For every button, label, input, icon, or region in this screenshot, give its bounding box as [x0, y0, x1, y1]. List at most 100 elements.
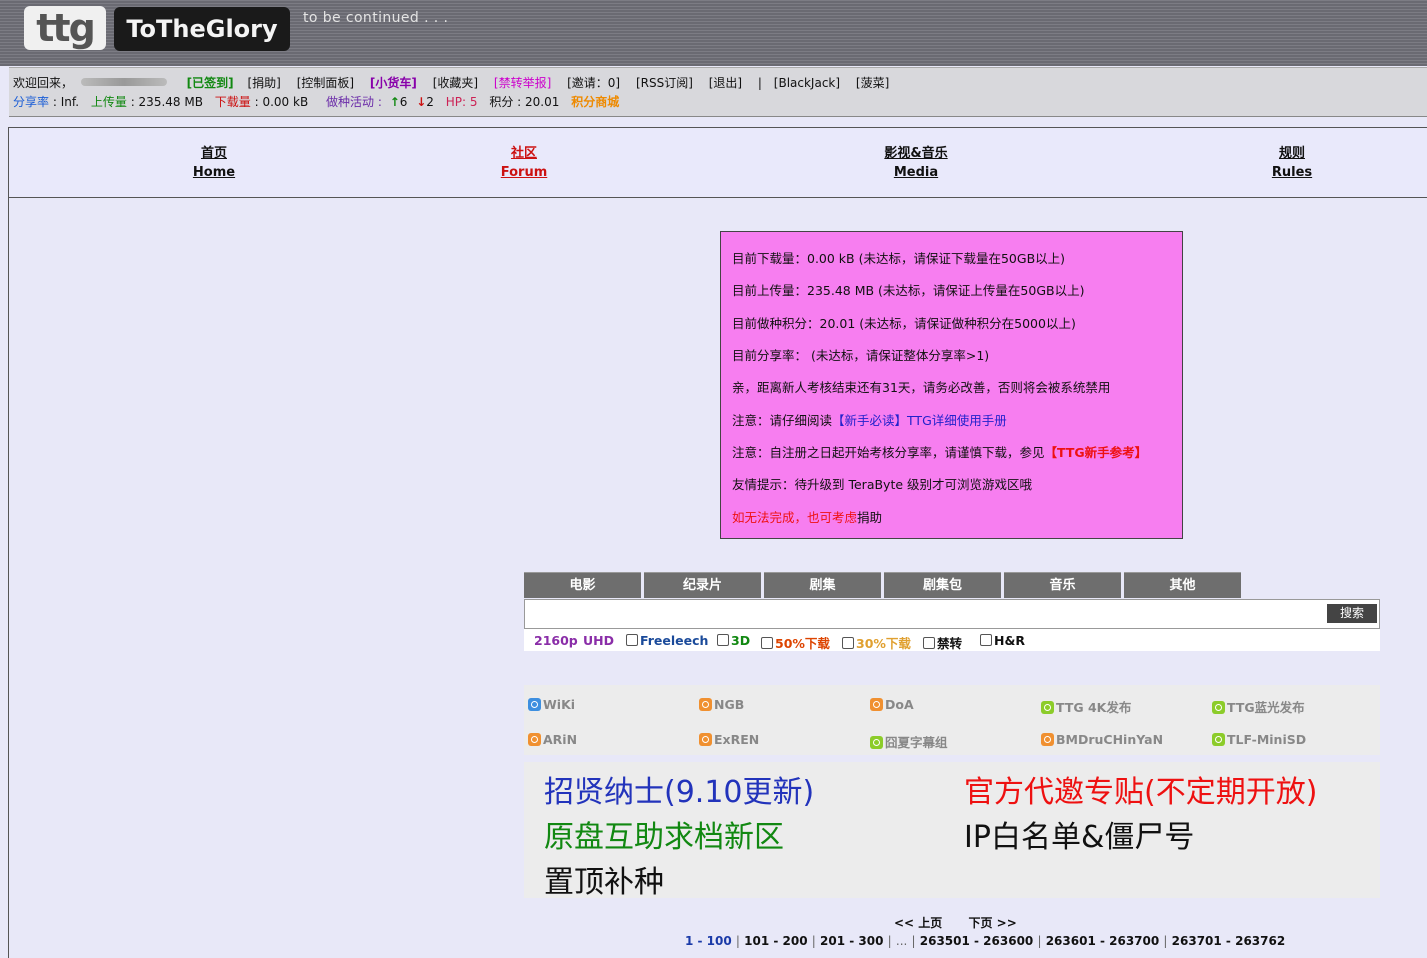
report-link[interactable]: [禁转举报] [494, 76, 551, 90]
orange-circle-icon [699, 733, 712, 746]
manual-link[interactable]: 【新手必读】TTG详细使用手册 [832, 413, 1007, 428]
cart-link[interactable]: [小货车] [370, 76, 417, 90]
link-doa-label: DoA [885, 697, 914, 712]
link-wiki[interactable]: WiKi [528, 697, 575, 712]
filter-2160p[interactable]: 2160p [534, 633, 578, 648]
notice-deadline: 亲，距离新人考核结束还有31天，请务必改善，否则将会被系统禁用 [732, 380, 1111, 395]
nav-rules[interactable]: 规则 Rules [1257, 144, 1327, 182]
orange-circle-icon [1041, 733, 1054, 746]
next-page-link[interactable]: 下页 >> [968, 916, 1016, 930]
site-brand[interactable]: ToTheGlory [114, 7, 290, 51]
page-link[interactable]: 263701 - 263762 [1172, 934, 1286, 948]
filter-50-download[interactable]: 50%下载 [761, 633, 830, 652]
blue-circle-icon [528, 698, 541, 711]
donate-link[interactable]: [捐助] [247, 76, 280, 90]
nav-home-en[interactable]: Home [179, 163, 249, 182]
filter-3d[interactable]: 3D [717, 633, 750, 648]
link-ttg-bluray[interactable]: TTG蓝光发布 [1212, 697, 1305, 716]
tab-other[interactable]: 其他 [1124, 572, 1241, 598]
link-ttg-4k[interactable]: TTG 4K发布 [1041, 697, 1131, 716]
no-repost-checkbox[interactable] [923, 637, 935, 649]
nav-forum[interactable]: 社区 Forum [489, 144, 559, 182]
page-link[interactable]: 1 - 100 [685, 934, 732, 948]
nav-rules-cn[interactable]: 规则 [1257, 144, 1327, 163]
filter-no-repost[interactable]: 禁转 [923, 633, 962, 652]
link-tlf-label: TLF-MiniSD [1227, 732, 1307, 747]
ip-whitelist-link[interactable]: IP白名单&僵尸号 [964, 812, 1194, 856]
site-tagline: to be continued . . . [303, 10, 449, 26]
link-arin[interactable]: ARiN [528, 732, 577, 747]
bocai-link[interactable]: [菠菜] [856, 76, 889, 90]
nav-forum-cn[interactable]: 社区 [489, 144, 559, 163]
official-invite-link[interactable]: 官方代邀专贴(不定期开放) [964, 767, 1317, 811]
orange-circle-icon [870, 698, 883, 711]
points-shop-link[interactable]: 积分商城 [571, 95, 619, 109]
filter-30-download[interactable]: 30%下载 [842, 633, 911, 652]
3d-checkbox[interactable] [717, 634, 729, 646]
link-exren[interactable]: ExREN [699, 732, 759, 747]
nav-media-cn[interactable]: 影视&音乐 [869, 144, 963, 163]
download-value: : 0.00 kB [254, 95, 309, 109]
user-stats-row: 分享率 : Inf. 上传量 : 235.48 MB 下载量 : 0.00 kB… [13, 93, 619, 110]
tab-documentary[interactable]: 纪录片 [644, 572, 761, 598]
tab-series[interactable]: 剧集 [764, 572, 881, 598]
tab-series-pack[interactable]: 剧集包 [884, 572, 1001, 598]
seeding-label[interactable]: 做种活动 : [326, 95, 382, 109]
link-doa[interactable]: DoA [870, 697, 914, 712]
nav-home-cn[interactable]: 首页 [179, 144, 249, 163]
signed-in-link[interactable]: [已签到] [187, 76, 234, 90]
freeleech-checkbox[interactable] [626, 634, 638, 646]
site-logo[interactable]: ttg [24, 6, 106, 50]
favorites-link[interactable]: [收藏夹] [433, 76, 478, 90]
page-link[interactable]: 201 - 300 [820, 934, 883, 948]
link-ngb-label: NGB [714, 697, 745, 712]
page-separator: | [735, 934, 740, 948]
notice-donate-link[interactable]: 捐助 [857, 510, 882, 525]
nav-home[interactable]: 首页 Home [179, 144, 249, 182]
user-links-row: 欢迎回来， [已签到] [捐助] [控制面板] [小货车] [收藏夹] [禁转举… [13, 74, 889, 91]
filter-uhd[interactable]: UHD [583, 633, 614, 648]
50-checkbox[interactable] [761, 637, 773, 649]
pager-nav: << 上页 下页 >> [894, 914, 1017, 931]
nav-rules-en[interactable]: Rules [1257, 163, 1327, 182]
link-jiongxia[interactable]: 囧夏字幕组 [870, 732, 948, 751]
green-circle-icon [1041, 701, 1054, 714]
hp-value: HP: 5 [445, 95, 478, 109]
prev-page-link[interactable]: << 上页 [894, 916, 942, 930]
page-link[interactable]: 263601 - 263700 [1046, 934, 1160, 948]
control-panel-link[interactable]: [控制面板] [297, 76, 354, 90]
link-bmdru[interactable]: BMDruCHinYaN [1041, 732, 1163, 747]
hr-checkbox[interactable] [980, 634, 992, 646]
original-disc-link[interactable]: 原盘互助求档新区 [544, 812, 784, 856]
tab-movie[interactable]: 电影 [524, 572, 641, 598]
30-checkbox[interactable] [842, 637, 854, 649]
nav-media[interactable]: 影视&音乐 Media [869, 144, 963, 182]
pinned-reseed-link[interactable]: 置顶补种 [544, 857, 664, 901]
group-links: WiKi NGB DoA TTG 4K发布 TTG蓝光发布 ARiN ExREN… [524, 685, 1380, 755]
logout-link[interactable]: [退出] [709, 76, 742, 90]
filter-freeleech[interactable]: Freeleech [626, 633, 708, 648]
username-blurred[interactable] [80, 78, 167, 86]
link-tlf[interactable]: TLF-MiniSD [1212, 732, 1306, 747]
nav-forum-en[interactable]: Forum [489, 163, 559, 182]
link-wiki-label: WiKi [543, 697, 576, 712]
page-link[interactable]: 101 - 200 [744, 934, 807, 948]
rss-link[interactable]: [RSS订阅] [636, 76, 693, 90]
3d-label: 3D [731, 633, 751, 648]
top-banner: ttg ToTheGlory to be continued . . . [0, 0, 1427, 66]
search-input[interactable] [527, 603, 1322, 624]
page-separator: | [1037, 934, 1042, 948]
notice-manual-prefix: 注意：请仔细阅读 [732, 413, 833, 428]
tab-music[interactable]: 音乐 [1004, 572, 1121, 598]
page-link[interactable]: 263501 - 263600 [920, 934, 1034, 948]
nav-media-en[interactable]: Media [869, 163, 963, 182]
blackjack-link[interactable]: [BlackJack] [774, 76, 840, 90]
notice-seed-points: 目前做种积分：20.01 (未达标，请保证做种积分在5000以上) [732, 316, 1076, 331]
notice-manual: 注意：请仔细阅读【新手必读】TTG详细使用手册 [732, 410, 1007, 429]
filter-hr[interactable]: H&R [980, 633, 1025, 648]
reference-link[interactable]: 【TTG新手参考】 [1045, 445, 1148, 460]
recruit-link[interactable]: 招贤纳士(9.10更新) [544, 767, 814, 811]
search-button[interactable]: 搜索 [1327, 604, 1377, 623]
invite-link[interactable]: [邀请：0] [567, 76, 620, 90]
link-ngb[interactable]: NGB [699, 697, 744, 712]
